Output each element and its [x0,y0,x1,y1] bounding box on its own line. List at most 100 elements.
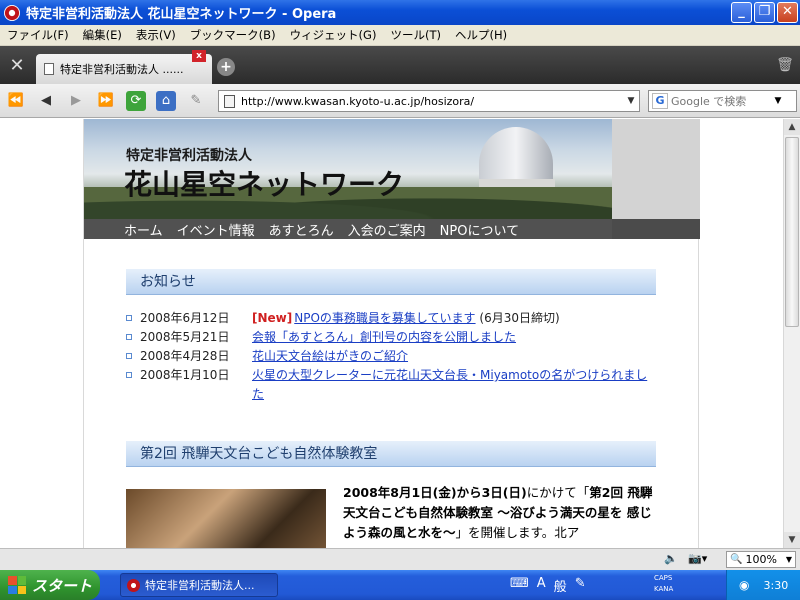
bullet-icon [126,353,132,359]
bullet-icon [126,372,132,378]
navigation-toolbar: ⏪ ◀ ▶ ⏩ ⟳ ⌂ ✎ http://www.kwasan.kyoto-u.… [0,84,800,118]
opera-logo-icon [4,4,20,21]
menu-view[interactable]: 表示(V) [129,27,183,43]
windows-logo-icon [8,576,26,594]
search-dropdown-icon[interactable]: ▼ [771,96,785,106]
menu-tools[interactable]: ツール(T) [383,27,448,43]
scroll-down-arrow-icon[interactable]: ▼ [784,532,800,548]
site-nav-astron[interactable]: あすとろん [269,220,334,239]
opera-logo-icon [127,578,140,592]
news-link[interactable]: 火星の大型クレーターに元花山天文台長・Miyamotoの名がつけられました [252,368,647,401]
event-dates: 2008年8月1日(金)から3日(日) [343,485,527,500]
edit-icon[interactable]: ✎ [186,91,206,111]
keyboard-icon[interactable]: ⌨ [510,576,529,595]
zoom-level: 100% [745,553,777,566]
header-banner: 特定非営利活動法人 花山星空ネットワーク [84,119,612,219]
event-description: 2008年8月1日(金)から3日(日)にかけて「第2回 飛騨天文台こども自然体験… [343,483,661,543]
menu-bookmarks[interactable]: ブックマーク(B) [183,27,283,43]
status-bar: 🔈 📷▾ 🔍 100% ▼ [0,548,800,570]
news-date: 2008年6月12日 [140,311,230,325]
scroll-thumb[interactable] [785,137,799,327]
new-tab-button[interactable]: + [217,58,235,76]
site-navigation: ホーム イベント情報 あすとろん 入会のご案内 NPOについて [84,219,700,239]
news-link[interactable]: NPOの事務職員を募集しています [294,311,475,325]
site-nav-about-npo[interactable]: NPOについて [440,220,519,239]
menu-edit[interactable]: 編集(E) [76,27,129,43]
speaker-icon[interactable]: 🔈 [664,552,678,566]
event-heading: 第2回 飛騨天文台こども自然体験教室 [126,441,656,467]
site-title: 花山星空ネットワーク [124,168,405,201]
zoom-selector[interactable]: 🔍 100% ▼ [726,551,796,568]
event-text-part: 」を開催します。北ア [455,525,580,540]
ime-conversion-mode[interactable]: 般 [554,576,567,595]
search-input[interactable] [671,94,771,108]
forward-button[interactable]: ▶ [66,91,86,111]
site-subtitle: 特定非営利活動法人 [126,148,252,164]
tab-active[interactable]: 特定非営利活動法人 ...... [36,54,212,84]
news-date: 2008年4月28日 [140,349,230,363]
caps-label: CAPS [654,574,673,582]
menu-bar: ファイル(F) 編集(E) 表示(V) ブックマーク(B) ウィジェット(G) … [0,25,800,46]
home-button[interactable]: ⌂ [156,91,176,111]
clock[interactable]: 3:30 [763,579,788,592]
event-photo [126,489,326,548]
news-list: 2008年6月12日 [New] NPOの事務職員を募集しています (6月30日締… [126,309,666,404]
fast-forward-button[interactable]: ⏩ [96,91,116,111]
address-bar[interactable]: http://www.kwasan.kyoto-u.ac.jp/hosizora… [218,90,640,112]
tab-bar: ✕ 特定非営利活動法人 ...... x + 🗑 [0,46,800,84]
page-content: 特定非営利活動法人 花山星空ネットワーク ホーム イベント情報 あすとろん 入会… [83,119,700,548]
restore-button[interactable]: ❐ [754,2,775,23]
document-icon [44,63,54,75]
bullet-icon [126,334,132,340]
trash-icon[interactable]: 🗑 [776,56,794,74]
zoom-dropdown-icon[interactable]: ▼ [786,555,792,564]
news-link[interactable]: 会報「あすとろん」創刊号の内容を公開しました [252,330,516,344]
tab-label: 特定非営利活動法人 ...... [60,63,184,76]
close-button[interactable]: ✕ [777,2,798,23]
start-button[interactable]: スタート [0,570,100,600]
observatory-dome-image [479,127,553,183]
camera-icon[interactable]: 📷▾ [688,552,712,566]
minimize-button[interactable]: _ [731,2,752,23]
news-heading: お知らせ [126,269,656,295]
menu-file[interactable]: ファイル(F) [0,27,76,43]
start-label: スタート [32,576,93,595]
magnifier-icon: 🔍 [730,554,743,565]
event-text-part: にかけて「 [526,485,590,500]
news-item: 2008年6月12日 [New] NPOの事務職員を募集しています (6月30日締… [126,309,666,328]
ime-input-mode[interactable]: A [537,576,546,595]
menu-widgets[interactable]: ウィジェット(G) [283,27,384,43]
news-link[interactable]: 花山天文台絵はがきのご紹介 [252,349,408,363]
google-icon[interactable]: G [652,93,668,109]
taskbar-item-opera[interactable]: 特定非営利活動法人... [120,573,278,597]
address-input[interactable]: http://www.kwasan.kyoto-u.ac.jp/hosizora… [241,95,623,108]
site-nav-home[interactable]: ホーム [124,220,163,239]
menu-help[interactable]: ヘルプ(H) [448,27,514,43]
window-title-bar[interactable]: 特定非営利活動法人 花山星空ネットワーク - Opera _ ❐ ✕ [0,0,800,25]
reload-button[interactable]: ⟳ [126,91,146,111]
vertical-scrollbar[interactable]: ▲ ▼ [783,119,800,548]
ime-tools-icon[interactable]: ✎ [575,576,586,595]
news-item: 2008年1月10日 火星の大型クレーターに元花山天文台長・Miyamotoの名… [126,366,666,404]
site-nav-membership[interactable]: 入会のご案内 [348,220,426,239]
news-body: 火星の大型クレーターに元花山天文台長・Miyamotoの名がつけられました [252,366,652,404]
news-date: 2008年5月21日 [140,330,230,344]
page-viewport: 特定非営利活動法人 花山星空ネットワーク ホーム イベント情報 あすとろん 入会… [0,119,783,548]
search-bar[interactable]: G ▼ [648,90,797,112]
new-badge: [New] [252,311,293,325]
news-item: 2008年5月21日 会報「あすとろん」創刊号の内容を公開しました [126,328,666,347]
caps-kana-indicator: CAPS KANA [654,573,673,595]
tab-close-button[interactable]: x [192,50,206,62]
network-icon[interactable]: ◉ [739,578,749,592]
back-button[interactable]: ◀ [36,91,56,111]
page-icon [224,94,235,108]
scroll-up-arrow-icon[interactable]: ▲ [784,119,800,135]
news-body: [New] NPOの事務職員を募集しています (6月30日締切) [252,309,652,328]
news-note: (6月30日締切) [479,311,560,325]
kana-label: KANA [654,585,674,593]
rewind-button[interactable]: ⏪ [6,91,26,111]
bullet-icon [126,315,132,321]
site-nav-events[interactable]: イベント情報 [177,220,255,239]
address-dropdown-icon[interactable]: ▼ [623,96,639,106]
panel-toggle-icon[interactable]: ✕ [6,55,28,77]
